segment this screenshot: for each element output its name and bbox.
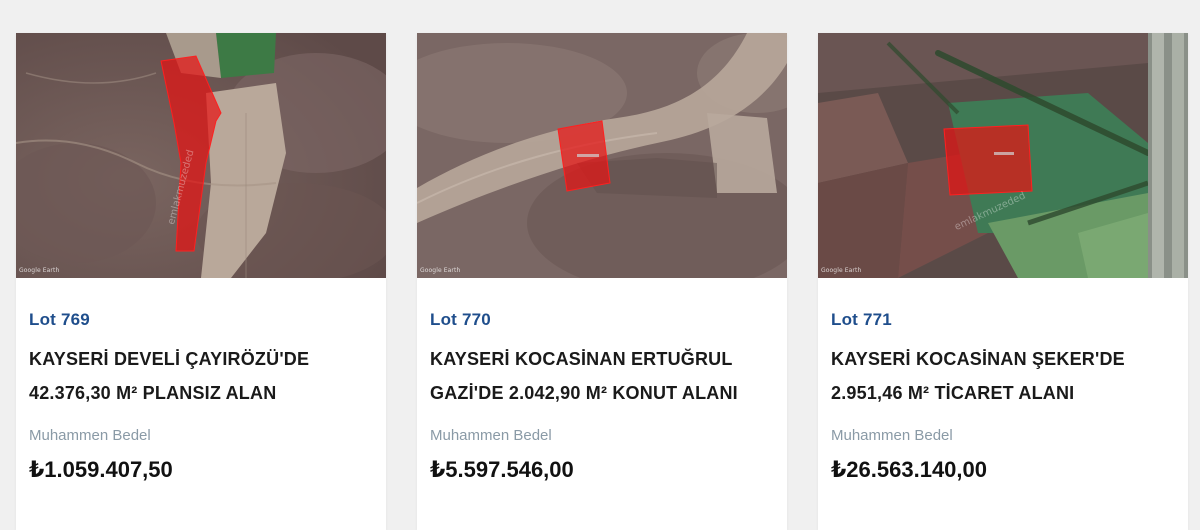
satellite-map-image[interactable]: Google Earth emlakmuzeded — [818, 33, 1188, 278]
price-label: Muhammen Bedel — [430, 427, 552, 444]
lot-number: Lot 771 — [831, 310, 892, 329]
price-label: Muhammen Bedel — [831, 427, 953, 444]
map-credit: Google Earth — [821, 267, 862, 274]
lot-title-line1: KAYSERİ DEVELİ ÇAYIRÖZÜ'DE — [29, 349, 310, 369]
price-value: ₺5.597.546,00 — [430, 457, 574, 482]
lot-card-769[interactable]: Google Earth emlakmuzeded Lot 769 KAYSER… — [16, 33, 386, 530]
lot-number: Lot 770 — [430, 310, 491, 329]
map-credit: Google Earth — [420, 267, 461, 274]
lot-title-line2: GAZİ'DE 2.042,90 M² KONUT ALANI — [430, 383, 738, 403]
lot-title-line1: KAYSERİ KOCASİNAN ŞEKER'DE — [831, 349, 1125, 369]
satellite-map-graphic — [818, 33, 1188, 278]
lot-title[interactable]: KAYSERİ KOCASİNAN ŞEKER'DE 2.951,46 M² T… — [831, 342, 1175, 410]
lot-title[interactable]: KAYSERİ DEVELİ ÇAYIRÖZÜ'DE 42.376,30 M² … — [29, 342, 373, 410]
satellite-map-image[interactable]: Google Earth emlakmuzeded — [16, 33, 386, 278]
price-value: ₺26.563.140,00 — [831, 457, 987, 482]
satellite-map-graphic — [417, 33, 787, 278]
price-value: ₺1.059.407,50 — [29, 457, 173, 482]
lot-title-line1: KAYSERİ KOCASİNAN ERTUĞRUL — [430, 349, 733, 369]
lot-card-771[interactable]: Google Earth emlakmuzeded Lot 771 KAYSER… — [818, 33, 1188, 530]
map-credit: Google Earth — [19, 267, 60, 274]
lot-number: Lot 769 — [29, 310, 90, 329]
satellite-map-graphic — [16, 33, 386, 278]
lot-title-line2: 2.951,46 M² TİCARET ALANI — [831, 383, 1075, 403]
price-label: Muhammen Bedel — [29, 427, 151, 444]
lot-title[interactable]: KAYSERİ KOCASİNAN ERTUĞRUL GAZİ'DE 2.042… — [430, 342, 774, 410]
lot-card-770[interactable]: Google Earth Lot 770 KAYSERİ KOCASİNAN E… — [417, 33, 787, 530]
lot-title-line2: 42.376,30 M² PLANSIZ ALAN — [29, 383, 277, 403]
satellite-map-image[interactable]: Google Earth — [417, 33, 787, 278]
